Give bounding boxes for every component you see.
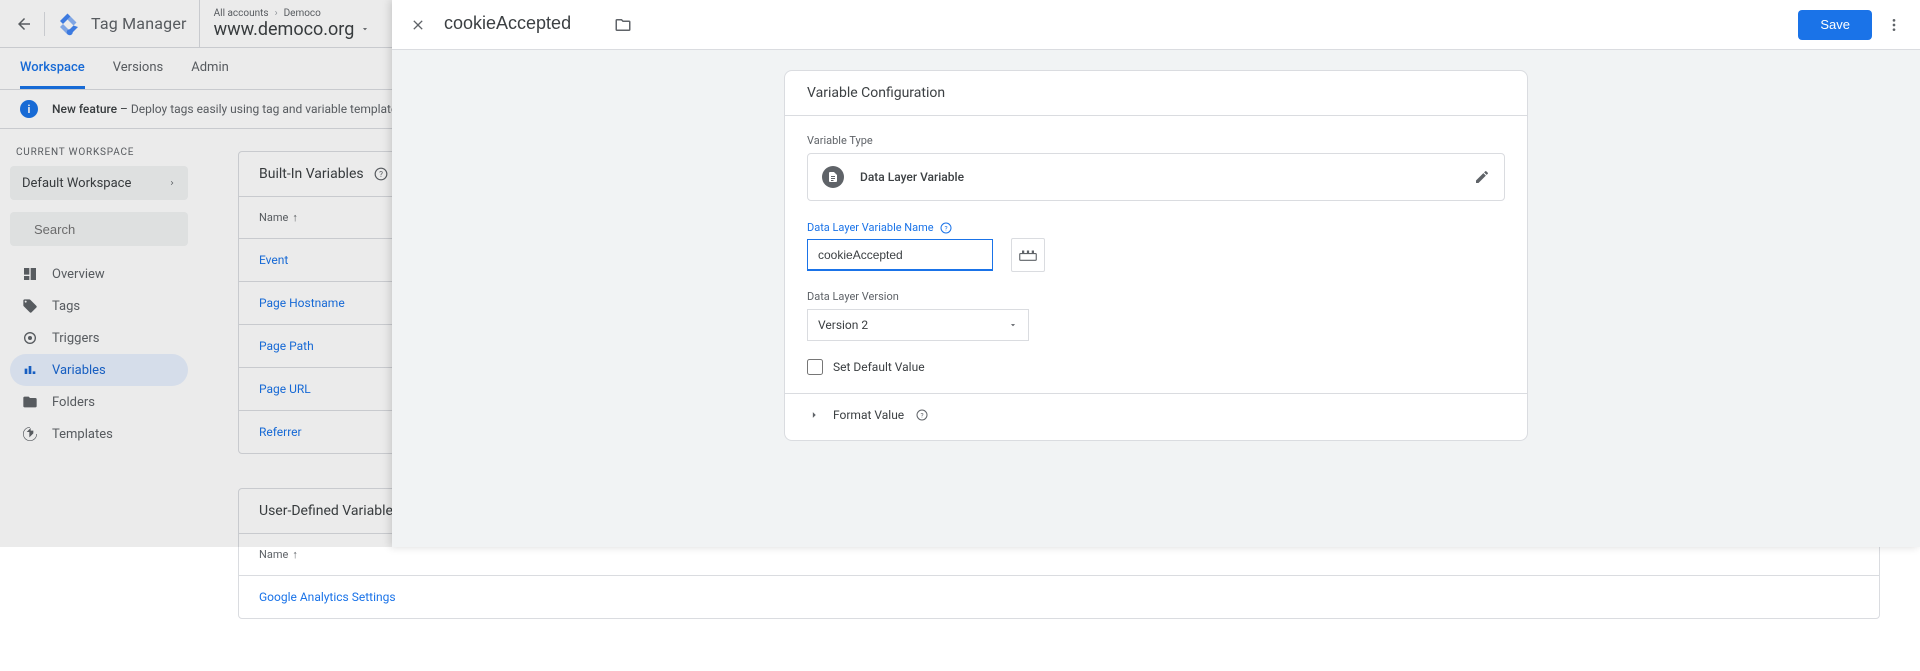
doc-icon bbox=[822, 166, 844, 188]
templates-icon bbox=[22, 426, 38, 442]
tab-versions[interactable]: Versions bbox=[113, 48, 163, 89]
dashboard-icon bbox=[22, 266, 38, 282]
tab-admin[interactable]: Admin bbox=[191, 48, 229, 89]
card-title: Variable Configuration bbox=[785, 71, 1527, 116]
back-icon[interactable] bbox=[12, 12, 36, 36]
sidebar-item-label: Variables bbox=[52, 363, 106, 378]
edit-icon[interactable] bbox=[1474, 169, 1490, 185]
container-selector[interactable]: www.democo.org bbox=[214, 19, 371, 40]
variables-icon bbox=[22, 362, 38, 378]
name-col-header[interactable]: Name bbox=[259, 211, 288, 224]
panel-body: Variable Configuration Variable Type Dat… bbox=[392, 50, 1920, 547]
gtm-logo-icon bbox=[57, 12, 81, 36]
sidebar-item-tags[interactable]: Tags bbox=[10, 290, 188, 322]
crumb-all[interactable]: All accounts bbox=[214, 8, 269, 19]
config-card: Variable Configuration Variable Type Dat… bbox=[784, 70, 1528, 441]
sidebar-item-variables[interactable]: Variables bbox=[10, 354, 188, 386]
workspace-picker[interactable]: Default Workspace bbox=[10, 166, 188, 200]
product-title: Tag Manager bbox=[91, 14, 187, 33]
chevron-right-icon bbox=[168, 177, 176, 189]
sort-asc-icon: ↑ bbox=[292, 548, 298, 561]
search-input[interactable] bbox=[34, 222, 210, 237]
search-row bbox=[10, 212, 188, 246]
set-default-value-row[interactable]: Set Default Value bbox=[807, 359, 1505, 375]
svg-text:?: ? bbox=[921, 412, 924, 420]
more-icon[interactable] bbox=[1882, 13, 1906, 37]
name-col-header[interactable]: Name bbox=[259, 548, 288, 561]
sidebar-item-templates[interactable]: Templates bbox=[10, 418, 188, 450]
version-label: Data Layer Version bbox=[807, 290, 1505, 303]
set-default-checkbox[interactable] bbox=[807, 359, 823, 375]
table-row[interactable]: Google Analytics Settings bbox=[239, 575, 1879, 618]
help-icon[interactable]: ? bbox=[940, 222, 952, 234]
chevron-right-icon bbox=[807, 408, 821, 422]
help-icon[interactable]: ? bbox=[374, 167, 388, 181]
variable-name-input[interactable] bbox=[444, 13, 604, 37]
variable-editor-panel: Save Variable Configuration Variable Typ… bbox=[392, 0, 1920, 547]
dlv-name-input[interactable] bbox=[807, 239, 993, 271]
sidebar-item-overview[interactable]: Overview bbox=[10, 258, 188, 290]
sort-asc-icon: ↑ bbox=[292, 211, 298, 224]
sidebar-item-triggers[interactable]: Triggers bbox=[10, 322, 188, 354]
variable-type-selector[interactable]: Data Layer Variable bbox=[807, 153, 1505, 201]
breadcrumb: All accounts › Democo bbox=[214, 8, 371, 19]
dlv-name-label: Data Layer Variable Name ? bbox=[807, 221, 1505, 234]
sidebar: CURRENT WORKSPACE Default Workspace Over… bbox=[0, 129, 198, 671]
panel-title: User-Defined Variables bbox=[259, 503, 400, 519]
type-name: Data Layer Variable bbox=[860, 170, 964, 184]
sidebar-item-folders[interactable]: Folders bbox=[10, 386, 188, 418]
trigger-icon bbox=[22, 330, 38, 346]
sidebar-item-label: Overview bbox=[52, 267, 105, 282]
type-label: Variable Type bbox=[807, 134, 1505, 147]
info-icon: i bbox=[20, 100, 38, 118]
help-icon[interactable]: ? bbox=[916, 409, 928, 421]
ws-header: CURRENT WORKSPACE bbox=[16, 147, 182, 158]
sidebar-item-label: Triggers bbox=[52, 331, 99, 346]
sidebar-item-label: Tags bbox=[52, 299, 80, 314]
crumb-account[interactable]: Democo bbox=[284, 8, 321, 19]
tag-icon bbox=[22, 298, 38, 314]
folder-icon bbox=[22, 394, 38, 410]
sidebar-item-label: Folders bbox=[52, 395, 95, 410]
chevron-down-icon bbox=[1008, 320, 1018, 330]
panel-title: Built-In Variables bbox=[259, 166, 364, 182]
format-value-row[interactable]: Format Value ? bbox=[807, 408, 1505, 422]
insert-variable-icon[interactable] bbox=[1011, 238, 1045, 272]
folder-icon[interactable] bbox=[614, 16, 632, 34]
svg-text:?: ? bbox=[944, 224, 947, 232]
sidebar-item-label: Templates bbox=[52, 427, 113, 442]
save-button[interactable]: Save bbox=[1798, 10, 1872, 40]
data-layer-version-select[interactable]: Version 2 bbox=[807, 309, 1029, 341]
close-icon[interactable] bbox=[406, 13, 430, 37]
svg-text:?: ? bbox=[379, 169, 383, 179]
dropdown-icon bbox=[360, 24, 370, 34]
panel-header: Save bbox=[392, 0, 1920, 50]
tab-workspace[interactable]: Workspace bbox=[20, 48, 85, 89]
